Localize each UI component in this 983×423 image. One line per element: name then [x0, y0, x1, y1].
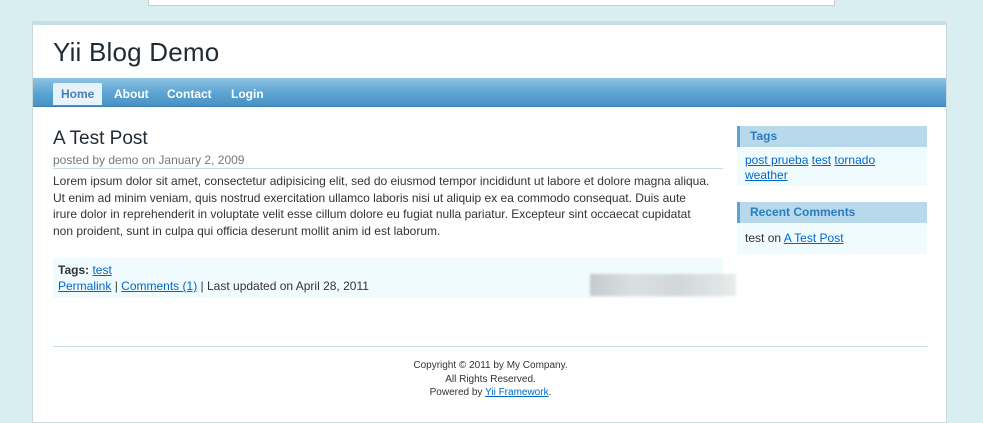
yii-framework-link[interactable]: Yii Framework	[485, 387, 549, 398]
powered-prefix: Powered by	[429, 387, 483, 398]
post-content: Lorem ipsum dolor sit amet, consectetur …	[53, 174, 710, 238]
browser-strip	[148, 0, 835, 6]
post-links: Permalink | Comments (1) | Last updated …	[58, 279, 369, 293]
recent-comments-portlet: Recent Comments test on A Test Post	[737, 202, 927, 254]
separator: |	[200, 279, 204, 293]
main-menu: Home About Contact Login	[33, 78, 946, 107]
footer-rights: All Rights Reserved.	[445, 373, 536, 385]
footer: Copyright © 2011 by My Company. All Righ…	[53, 346, 928, 400]
post-author: posted by demo on January 2, 2009	[53, 153, 723, 169]
menu-item-contact[interactable]: Contact	[159, 83, 220, 105]
post-tags: Tags: test	[58, 263, 112, 277]
comments-link[interactable]: Comments (1)	[121, 279, 197, 293]
recent-comment-item: test on A Test Post	[737, 223, 927, 252]
tag-link[interactable]: post prueba	[745, 153, 808, 167]
tag-link[interactable]: weather	[745, 168, 788, 182]
tags-portlet-title: Tags	[737, 126, 927, 147]
menu-item-about[interactable]: About	[106, 83, 157, 105]
menu-item-login[interactable]: Login	[223, 83, 272, 105]
footer-copyright: Copyright © 2011 by My Company.	[413, 360, 568, 371]
redacted-block	[590, 274, 736, 296]
footer-powered: Powered by Yii Framework.	[53, 386, 928, 400]
comment-author: test	[745, 231, 765, 245]
site-logo: Yii Blog Demo	[53, 37, 220, 67]
comment-post-link[interactable]: A Test Post	[784, 231, 844, 245]
last-updated: Last updated on April 28, 2011	[207, 279, 369, 293]
menu-item-home[interactable]: Home	[53, 83, 103, 105]
comment-on: on	[767, 231, 782, 245]
separator: |	[114, 279, 118, 293]
post-tag-link[interactable]: test	[92, 263, 111, 277]
page-container: Yii Blog Demo Home About Contact Login A…	[32, 21, 947, 423]
post-title[interactable]: A Test Post	[53, 128, 148, 150]
post-nav: Tags: test Permalink | Comments (1) | La…	[53, 258, 736, 298]
recent-comments-title: Recent Comments	[737, 202, 927, 223]
tags-portlet: Tags post prueba test tornado weather	[737, 126, 927, 186]
permalink-link[interactable]: Permalink	[58, 279, 111, 293]
tag-link[interactable]: tornado	[834, 153, 875, 167]
tag-link[interactable]: test	[812, 153, 831, 167]
tag-cloud: post prueba test tornado weather	[737, 147, 927, 189]
tags-label: Tags:	[58, 263, 90, 277]
powered-suffix: .	[548, 387, 552, 398]
